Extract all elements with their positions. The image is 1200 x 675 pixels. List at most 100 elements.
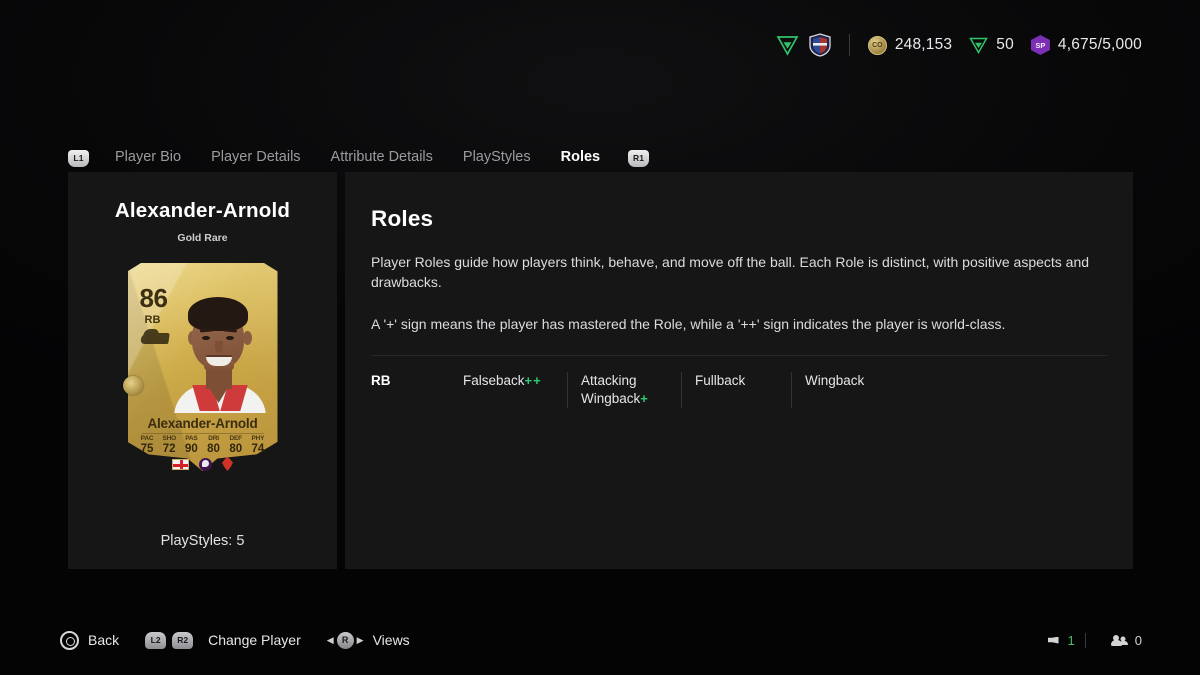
- tab-player-bio[interactable]: Player Bio: [115, 149, 181, 168]
- premier-league-icon: [199, 457, 212, 471]
- coins-balance[interactable]: CO 248,153: [867, 35, 953, 55]
- roles-divider: [371, 354, 1107, 356]
- role-name: Attacking Wingback: [581, 372, 641, 406]
- friends-online-indicator[interactable]: 0: [1110, 633, 1142, 648]
- role-separator: [567, 371, 568, 408]
- season-points-value: 4,675/5,000: [1057, 36, 1142, 53]
- stat-value: 74: [251, 443, 265, 455]
- role-item-falseback[interactable]: Falseback++: [463, 372, 567, 406]
- game-screen: CO 248,153 50 SP 4,675/5,000 L1 Player B…: [0, 0, 1200, 675]
- stat-value: 80: [229, 443, 243, 455]
- circle-button-icon: [60, 630, 79, 650]
- card-name-bar: Alexander-Arnold: [128, 415, 278, 433]
- playstyles-count: PlayStyles: 5: [160, 533, 245, 549]
- season-points-balance[interactable]: SP 4,675/5,000: [1030, 35, 1142, 55]
- card-side-badge-icon: [122, 376, 143, 395]
- england-flag-icon: [172, 458, 189, 470]
- arrow-left-icon: ◀: [326, 634, 334, 645]
- back-label: Back: [88, 632, 120, 648]
- card-badges: [128, 457, 278, 471]
- role-item-fullback[interactable]: Fullback: [695, 372, 791, 406]
- role-separator: [681, 371, 682, 408]
- top-status-bar: CO 248,153 50 SP 4,675/5,000: [0, 0, 1200, 90]
- role-mastery-plus: +: [640, 390, 649, 406]
- fc-points-balance[interactable]: 50: [969, 36, 1014, 55]
- bottom-actions-left: Back L2 R2 Change Player ◀ R ▶ Views: [60, 630, 436, 650]
- stat-label: PHY: [251, 435, 265, 442]
- views-label: Views: [372, 632, 410, 648]
- coins-icon: CO: [867, 35, 887, 55]
- l2-trigger-icon: L2: [145, 631, 167, 649]
- back-button[interactable]: Back: [60, 630, 120, 650]
- role-name: Wingback: [805, 372, 865, 388]
- voice-count: 1: [1067, 632, 1075, 648]
- club-crest-icon: [809, 33, 831, 57]
- coins-value: 248,153: [894, 36, 953, 53]
- player-rarity: Gold Rare: [177, 232, 228, 244]
- right-stick-icon: R: [336, 631, 354, 649]
- stat-label: SHO: [162, 435, 176, 442]
- right-stick-group: ◀ R ▶: [326, 631, 364, 649]
- voice-chat-indicator[interactable]: 1: [1047, 632, 1075, 648]
- speaker-icon: [1047, 634, 1062, 647]
- card-stat-sho: SHO 72: [159, 435, 180, 455]
- player-name: Alexander-Arnold: [114, 199, 291, 222]
- tab-playstyles[interactable]: PlayStyles: [463, 149, 531, 168]
- friends-count: 0: [1134, 632, 1142, 648]
- change-player-button[interactable]: L2 R2 Change Player: [145, 631, 301, 649]
- views-button[interactable]: ◀ R ▶ Views: [326, 631, 410, 649]
- card-divider: [141, 433, 264, 434]
- change-player-label: Change Player: [208, 632, 301, 648]
- people-icon: [1110, 634, 1129, 647]
- status-divider: [1084, 632, 1086, 648]
- card-player-name: Alexander-Arnold: [147, 416, 258, 431]
- stat-value: 72: [162, 443, 176, 455]
- role-name: Fullback: [695, 372, 746, 388]
- arrow-right-icon: ▶: [356, 634, 364, 645]
- player-summary-panel: Alexander-Arnold Gold Rare 86 RB Alexand…: [68, 172, 337, 569]
- r1-shoulder-button[interactable]: R1: [628, 149, 650, 167]
- l1-shoulder-button[interactable]: L1: [68, 149, 89, 167]
- card-stats: PAC 75 SHO 72 PAS 90 DRI 80 DEF 80 PHY 7…: [137, 435, 269, 455]
- r2-trigger-icon: R2: [172, 631, 194, 649]
- boot-icon: [139, 333, 170, 344]
- role-item-wingback[interactable]: Wingback: [805, 372, 905, 406]
- stat-label: PAS: [185, 435, 198, 442]
- card-stat-phy: PHY 74: [247, 435, 268, 455]
- fc-points-value: 50: [996, 36, 1014, 53]
- tab-player-details[interactable]: Player Details: [211, 149, 300, 168]
- player-portrait: [168, 291, 272, 413]
- view-tab-bar: L1 Player Bio Player Details Attribute D…: [68, 144, 650, 177]
- tab-attribute-details[interactable]: Attribute Details: [331, 149, 433, 168]
- roles-description-2: A '+' sign means the player has mastered…: [371, 315, 1006, 332]
- page-title: Roles: [371, 206, 434, 231]
- bottom-action-bar: Back L2 R2 Change Player ◀ R ▶ Views 1 0: [0, 605, 1200, 675]
- card-position: RB: [144, 314, 161, 326]
- stat-value: 80: [207, 443, 220, 455]
- tab-roles[interactable]: Roles: [556, 149, 604, 177]
- role-name: Falseback: [463, 372, 525, 388]
- topbar-divider: [848, 34, 850, 56]
- stat-label: PAC: [140, 435, 154, 442]
- roles-position-label: RB: [371, 372, 391, 388]
- fc-points-icon: [969, 36, 989, 55]
- currency-group: CO 248,153 50 SP 4,675/5,000: [867, 35, 1142, 55]
- season-points-icon: SP: [1030, 35, 1050, 55]
- card-stat-pac: PAC 75: [137, 435, 158, 455]
- roles-detail-panel: Roles Player Roles guide how players thi…: [345, 172, 1133, 569]
- roles-description-1: Player Roles guide how players think, be…: [371, 254, 1090, 290]
- card-stat-pas: PAS 90: [181, 435, 202, 455]
- card-stat-dri: DRI 80: [203, 435, 224, 455]
- stat-label: DRI: [208, 435, 219, 442]
- role-mastery-plus: ++: [524, 372, 542, 388]
- roles-list: RB Falseback++ Attacking Wingback+ Fullb…: [371, 371, 1097, 408]
- role-item-attacking-wingback[interactable]: Attacking Wingback+: [581, 372, 681, 408]
- player-item-card[interactable]: 86 RB Alexander-Arnold PAC 75 SHO 72 PAS: [122, 263, 278, 471]
- stat-value: 90: [184, 443, 198, 455]
- stat-value: 75: [140, 443, 154, 455]
- bottom-status-right: 1 0: [1034, 632, 1142, 648]
- role-separator: [791, 371, 792, 408]
- club-identity-group: [776, 33, 831, 57]
- liverpool-crest-icon: [222, 457, 233, 471]
- stat-label: DEF: [229, 435, 243, 442]
